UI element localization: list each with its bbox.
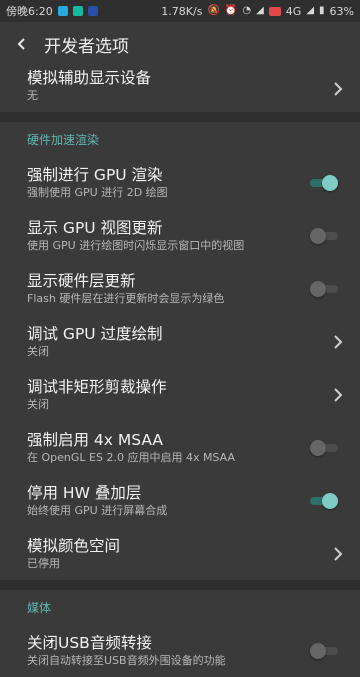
- pref-summary: 关闭自动转接至USB音频外围设备的功能: [27, 654, 226, 667]
- toggle-switch[interactable]: [310, 492, 338, 510]
- pref-title: 调试 GPU 过度绘制: [27, 325, 163, 343]
- pref-title: 显示 GPU 视图更新: [27, 219, 163, 237]
- chevron-right-icon: [334, 546, 343, 561]
- app-notification-icon: [57, 6, 68, 16]
- pref-summary: 始终使用 GPU 进行屏幕合成: [27, 504, 168, 517]
- signal-bars-icon: ◢: [306, 5, 315, 16]
- toolbar: 开发者选项: [0, 22, 360, 66]
- pref-summary: Flash 硬件层在进行更新时会显示为绿色: [27, 292, 225, 305]
- page-title: 开发者选项: [44, 36, 129, 57]
- wifi-icon: ◔: [242, 5, 252, 16]
- pref-simulate-color-space[interactable]: 模拟颜色空间 已停用: [0, 527, 360, 580]
- pref-show-gpu-view-updates[interactable]: 显示 GPU 视图更新 使用 GPU 进行绘图时闪烁显示窗口中的视图: [0, 209, 360, 262]
- pref-title: 关闭USB音频转接: [27, 634, 152, 652]
- pref-title: 强制启用 4x MSAA: [27, 431, 164, 449]
- section-divider: [0, 112, 360, 122]
- pref-summary: 关闭: [27, 398, 49, 411]
- pref-disable-usb-audio-routing[interactable]: 关闭USB音频转接 关闭自动转接至USB音频外围设备的功能: [0, 624, 360, 677]
- pref-title: 调试非矩形剪裁操作: [27, 378, 167, 396]
- network-type: 4G: [285, 4, 302, 18]
- status-bar: 傍晚6:20 1.78K/s 🔕 ⏰ ◔ ◢ 4G ◢ ▮ 63%: [0, 0, 360, 22]
- pref-force-gpu-rendering[interactable]: 强制进行 GPU 渲染 强制使用 GPU 进行 2D 绘图: [0, 156, 360, 209]
- shield-notification-icon: [72, 6, 83, 16]
- back-arrow-icon[interactable]: [0, 22, 44, 66]
- toggle-switch[interactable]: [310, 642, 338, 660]
- chevron-right-icon: [334, 334, 343, 349]
- pref-summary: 关闭: [27, 345, 49, 358]
- pref-title: 模拟颜色空间: [27, 537, 121, 555]
- pref-summary: 在 OpenGL ES 2.0 应用中启用 4x MSAA: [27, 451, 235, 464]
- pref-summary: 无: [27, 88, 38, 102]
- vpn-notification-icon: [87, 6, 98, 16]
- section-header-media: 媒体: [27, 600, 52, 615]
- toggle-switch[interactable]: [310, 280, 338, 298]
- mute-icon: 🔕: [207, 5, 220, 16]
- pref-disable-hw-overlays[interactable]: 停用 HW 叠加层 始终使用 GPU 进行屏幕合成: [0, 474, 360, 527]
- pref-summary: 已停用: [27, 557, 60, 570]
- pref-title: 显示硬件层更新: [27, 272, 136, 290]
- chevron-right-icon: [334, 82, 343, 96]
- section-divider: [0, 580, 360, 590]
- pref-debug-gpu-overdraw[interactable]: 调试 GPU 过度绘制 关闭: [0, 315, 360, 368]
- battery-icon: ▮: [319, 5, 325, 16]
- network-speed: 1.78K/s: [161, 4, 203, 18]
- toggle-switch[interactable]: [310, 174, 338, 192]
- pref-debug-non-rect-clip[interactable]: 调试非矩形剪裁操作 关闭: [0, 368, 360, 421]
- pref-title: 停用 HW 叠加层: [27, 484, 142, 502]
- toggle-switch[interactable]: [310, 439, 338, 457]
- settings-list: 模拟辅助显示设备 无 硬件加速渲染 强制进行 GPU 渲染 强制使用 GPU 进…: [0, 66, 360, 677]
- pref-simulate-secondary-display[interactable]: 模拟辅助显示设备 无: [0, 66, 360, 112]
- toggle-switch[interactable]: [310, 227, 338, 245]
- status-time: 傍晚6:20: [6, 5, 53, 18]
- pref-force-4x-msaa[interactable]: 强制启用 4x MSAA 在 OpenGL ES 2.0 应用中启用 4x MS…: [0, 421, 360, 474]
- sim-icon: [268, 6, 281, 16]
- pref-show-hw-layer-updates[interactable]: 显示硬件层更新 Flash 硬件层在进行更新时会显示为绿色: [0, 262, 360, 315]
- section-header-hw-rendering: 硬件加速渲染: [27, 132, 100, 147]
- pref-title: 强制进行 GPU 渲染: [27, 166, 163, 184]
- signal-icon: ◢: [256, 5, 264, 16]
- chevron-right-icon: [334, 387, 343, 402]
- pref-summary: 使用 GPU 进行绘图时闪烁显示窗口中的视图: [27, 239, 245, 252]
- pref-title: 模拟辅助显示设备: [27, 68, 152, 87]
- pref-summary: 强制使用 GPU 进行 2D 绘图: [27, 186, 168, 199]
- battery-level: 63%: [329, 4, 354, 18]
- alarm-icon: ⏰: [224, 5, 238, 16]
